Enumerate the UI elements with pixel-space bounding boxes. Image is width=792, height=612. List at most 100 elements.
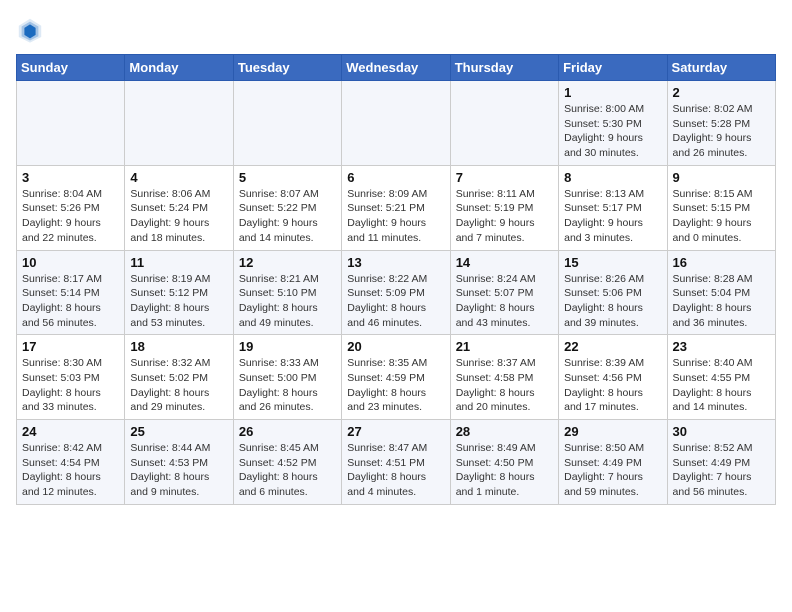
weekday-header-saturday: Saturday xyxy=(667,55,775,81)
weekday-header-friday: Friday xyxy=(559,55,667,81)
day-number: 8 xyxy=(564,170,661,185)
day-number: 16 xyxy=(673,255,770,270)
day-cell: 8Sunrise: 8:13 AM Sunset: 5:17 PM Daylig… xyxy=(559,165,667,250)
day-number: 30 xyxy=(673,424,770,439)
day-info: Sunrise: 8:24 AM Sunset: 5:07 PM Dayligh… xyxy=(456,272,553,331)
day-number: 25 xyxy=(130,424,227,439)
day-info: Sunrise: 8:28 AM Sunset: 5:04 PM Dayligh… xyxy=(673,272,770,331)
logo xyxy=(16,16,48,44)
day-info: Sunrise: 8:30 AM Sunset: 5:03 PM Dayligh… xyxy=(22,356,119,415)
day-number: 14 xyxy=(456,255,553,270)
day-cell: 21 Sunrise: 8:37 AM Sunset: 4:58 PM Dayli… xyxy=(450,335,558,420)
day-info: Sunrise: 8:32 AM Sunset: 5:02 PM Dayligh… xyxy=(130,356,227,415)
day-number: 9 xyxy=(673,170,770,185)
weekday-header-tuesday: Tuesday xyxy=(233,55,341,81)
day-cell: 12 Sunrise: 8:21 AM Sunset: 5:10 PM Dayli… xyxy=(233,250,341,335)
day-info: Sunrise: 8:22 AM Sunset: 5:09 PM Dayligh… xyxy=(347,272,444,331)
day-info: Sunrise: 8:37 AM Sunset: 4:58 PM Dayligh… xyxy=(456,356,553,415)
day-info: Sunrise: 8:21 AM Sunset: 5:10 PM Dayligh… xyxy=(239,272,336,331)
weekday-header-wednesday: Wednesday xyxy=(342,55,450,81)
day-info: Sunrise: 8:09 AM Sunset: 5:21 PM Dayligh… xyxy=(347,187,444,246)
day-cell: 4 Sunrise: 8:06 AM Sunset: 5:24 PM Daylig… xyxy=(125,165,233,250)
day-cell: 14 Sunrise: 8:24 AM Sunset: 5:07 PM Dayli… xyxy=(450,250,558,335)
day-cell: 28 Sunrise: 8:49 AM Sunset: 4:50 PM Dayli… xyxy=(450,420,558,505)
week-row-2: 3 Sunrise: 8:04 AM Sunset: 5:26 PM Daylig… xyxy=(17,165,776,250)
day-number: 2 xyxy=(673,85,770,100)
day-number: 27 xyxy=(347,424,444,439)
day-number: 22 xyxy=(564,339,661,354)
day-cell: 22 Sunrise: 8:39 AM Sunset: 4:56 PM Dayli… xyxy=(559,335,667,420)
day-number: 12 xyxy=(239,255,336,270)
day-info: Sunrise: 8:33 AM Sunset: 5:00 PM Dayligh… xyxy=(239,356,336,415)
day-number: 26 xyxy=(239,424,336,439)
day-cell: 16 Sunrise: 8:28 AM Sunset: 5:04 PM Dayli… xyxy=(667,250,775,335)
day-cell: 25 Sunrise: 8:44 AM Sunset: 4:53 PM Dayli… xyxy=(125,420,233,505)
week-row-3: 10Sunrise: 8:17 AM Sunset: 5:14 PM Dayli… xyxy=(17,250,776,335)
day-info: Sunrise: 8:35 AM Sunset: 4:59 PM Dayligh… xyxy=(347,356,444,415)
header xyxy=(16,16,776,44)
day-number: 10 xyxy=(22,255,119,270)
day-info: Sunrise: 8:49 AM Sunset: 4:50 PM Dayligh… xyxy=(456,441,553,500)
day-cell: 7 Sunrise: 8:11 AM Sunset: 5:19 PM Daylig… xyxy=(450,165,558,250)
day-number: 13 xyxy=(347,255,444,270)
day-info: Sunrise: 8:06 AM Sunset: 5:24 PM Dayligh… xyxy=(130,187,227,246)
day-cell xyxy=(450,81,558,166)
week-row-4: 17Sunrise: 8:30 AM Sunset: 5:03 PM Dayli… xyxy=(17,335,776,420)
day-cell: 17Sunrise: 8:30 AM Sunset: 5:03 PM Dayli… xyxy=(17,335,125,420)
day-number: 21 xyxy=(456,339,553,354)
day-cell: 2 Sunrise: 8:02 AM Sunset: 5:28 PM Daylig… xyxy=(667,81,775,166)
logo-icon xyxy=(16,16,44,44)
day-cell xyxy=(342,81,450,166)
day-info: Sunrise: 8:39 AM Sunset: 4:56 PM Dayligh… xyxy=(564,356,661,415)
day-cell: 27 Sunrise: 8:47 AM Sunset: 4:51 PM Dayli… xyxy=(342,420,450,505)
day-info: Sunrise: 8:19 AM Sunset: 5:12 PM Dayligh… xyxy=(130,272,227,331)
calendar-table: SundayMondayTuesdayWednesdayThursdayFrid… xyxy=(16,54,776,505)
day-cell: 13 Sunrise: 8:22 AM Sunset: 5:09 PM Dayli… xyxy=(342,250,450,335)
day-cell xyxy=(17,81,125,166)
day-cell: 1Sunrise: 8:00 AM Sunset: 5:30 PM Daylig… xyxy=(559,81,667,166)
day-info: Sunrise: 8:26 AM Sunset: 5:06 PM Dayligh… xyxy=(564,272,661,331)
day-cell: 24 Sunrise: 8:42 AM Sunset: 4:54 PM Dayli… xyxy=(17,420,125,505)
day-info: Sunrise: 8:07 AM Sunset: 5:22 PM Dayligh… xyxy=(239,187,336,246)
day-cell: 19 Sunrise: 8:33 AM Sunset: 5:00 PM Dayli… xyxy=(233,335,341,420)
day-info: Sunrise: 8:42 AM Sunset: 4:54 PM Dayligh… xyxy=(22,441,119,500)
day-info: Sunrise: 8:02 AM Sunset: 5:28 PM Dayligh… xyxy=(673,102,770,161)
day-cell: 18 Sunrise: 8:32 AM Sunset: 5:02 PM Dayli… xyxy=(125,335,233,420)
day-cell: 10Sunrise: 8:17 AM Sunset: 5:14 PM Dayli… xyxy=(17,250,125,335)
day-number: 24 xyxy=(22,424,119,439)
day-number: 20 xyxy=(347,339,444,354)
day-cell: 30 Sunrise: 8:52 AM Sunset: 4:49 PM Dayli… xyxy=(667,420,775,505)
day-info: Sunrise: 8:47 AM Sunset: 4:51 PM Dayligh… xyxy=(347,441,444,500)
day-cell: 15Sunrise: 8:26 AM Sunset: 5:06 PM Dayli… xyxy=(559,250,667,335)
day-info: Sunrise: 8:44 AM Sunset: 4:53 PM Dayligh… xyxy=(130,441,227,500)
day-number: 7 xyxy=(456,170,553,185)
day-info: Sunrise: 8:15 AM Sunset: 5:15 PM Dayligh… xyxy=(673,187,770,246)
day-cell: 20 Sunrise: 8:35 AM Sunset: 4:59 PM Dayli… xyxy=(342,335,450,420)
day-info: Sunrise: 8:52 AM Sunset: 4:49 PM Dayligh… xyxy=(673,441,770,500)
day-number: 4 xyxy=(130,170,227,185)
day-info: Sunrise: 8:45 AM Sunset: 4:52 PM Dayligh… xyxy=(239,441,336,500)
day-cell xyxy=(233,81,341,166)
day-cell: 23Sunrise: 8:40 AM Sunset: 4:55 PM Dayli… xyxy=(667,335,775,420)
day-number: 1 xyxy=(564,85,661,100)
day-cell: 9 Sunrise: 8:15 AM Sunset: 5:15 PM Daylig… xyxy=(667,165,775,250)
day-cell: 5Sunrise: 8:07 AM Sunset: 5:22 PM Daylig… xyxy=(233,165,341,250)
day-number: 29 xyxy=(564,424,661,439)
day-cell xyxy=(125,81,233,166)
day-number: 23 xyxy=(673,339,770,354)
day-number: 3 xyxy=(22,170,119,185)
day-cell: 6Sunrise: 8:09 AM Sunset: 5:21 PM Daylig… xyxy=(342,165,450,250)
week-row-5: 24 Sunrise: 8:42 AM Sunset: 4:54 PM Dayli… xyxy=(17,420,776,505)
day-cell: 3 Sunrise: 8:04 AM Sunset: 5:26 PM Daylig… xyxy=(17,165,125,250)
day-cell: 29 Sunrise: 8:50 AM Sunset: 4:49 PM Dayli… xyxy=(559,420,667,505)
day-info: Sunrise: 8:11 AM Sunset: 5:19 PM Dayligh… xyxy=(456,187,553,246)
day-info: Sunrise: 8:50 AM Sunset: 4:49 PM Dayligh… xyxy=(564,441,661,500)
day-number: 18 xyxy=(130,339,227,354)
day-number: 11 xyxy=(130,255,227,270)
weekday-header-row: SundayMondayTuesdayWednesdayThursdayFrid… xyxy=(17,55,776,81)
day-info: Sunrise: 8:04 AM Sunset: 5:26 PM Dayligh… xyxy=(22,187,119,246)
day-number: 28 xyxy=(456,424,553,439)
day-cell: 11 Sunrise: 8:19 AM Sunset: 5:12 PM Dayli… xyxy=(125,250,233,335)
day-number: 19 xyxy=(239,339,336,354)
day-cell: 26 Sunrise: 8:45 AM Sunset: 4:52 PM Dayli… xyxy=(233,420,341,505)
